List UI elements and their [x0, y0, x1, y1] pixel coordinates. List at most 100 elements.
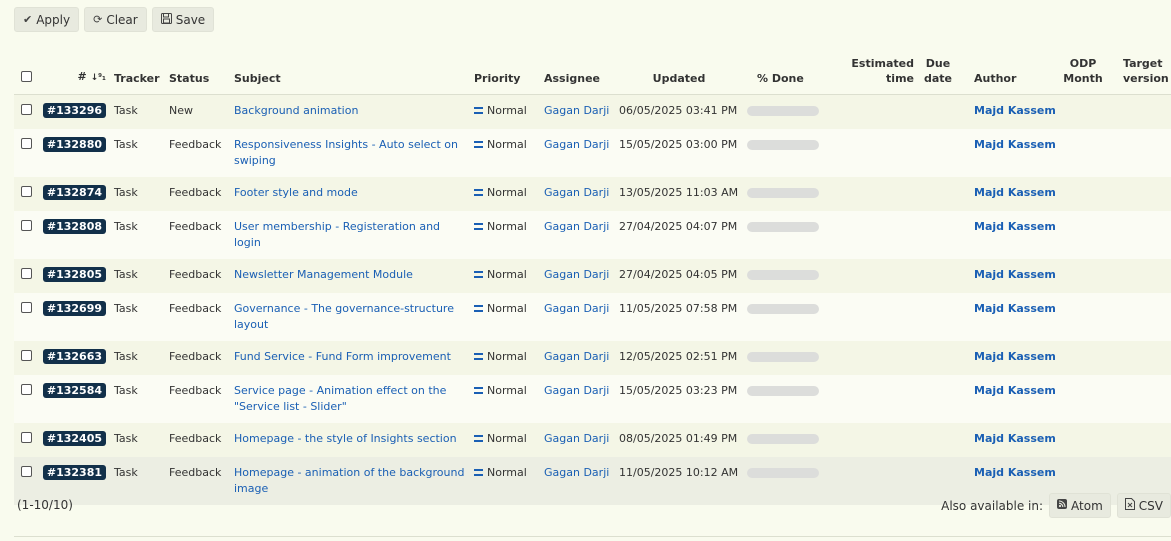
assignee-link[interactable]: Gagan Darji	[544, 350, 609, 363]
issue-id-link[interactable]: #133296	[42, 103, 106, 118]
column-subject[interactable]: Subject	[230, 56, 470, 95]
table-row[interactable]: #133296 Task New Background animation Normal…	[14, 94, 1171, 129]
column-done[interactable]: % Done	[743, 56, 833, 95]
priority-cell: Normal	[470, 259, 540, 293]
assignee-link[interactable]: Gagan Darji	[544, 104, 609, 117]
author-link[interactable]: Majd Kassem	[974, 104, 1056, 117]
priority-value: Normal	[487, 384, 527, 397]
table-row[interactable]: #132699 Task Feedback Governance - The gove…	[14, 293, 1171, 341]
issue-id-link[interactable]: #132584	[42, 383, 106, 398]
column-priority[interactable]: Priority	[470, 56, 540, 95]
equals-icon	[474, 468, 483, 476]
odp-month-cell	[1053, 177, 1113, 211]
subject-link[interactable]: Service page - Animation effect on the "…	[234, 384, 446, 413]
issue-id-link[interactable]: #132805	[42, 267, 106, 282]
column-id[interactable]: # ↓⁹₁	[38, 56, 110, 95]
subject-link[interactable]: Responsiveness Insights - Auto select on…	[234, 138, 458, 167]
row-checkbox[interactable]	[20, 268, 32, 279]
table-row[interactable]: #132874 Task Feedback Footer style and mode…	[14, 177, 1171, 211]
table-row[interactable]: #132405 Task Feedback Homepage - the style …	[14, 423, 1171, 457]
assignee-link[interactable]: Gagan Darji	[544, 138, 609, 151]
subject-link[interactable]: Footer style and mode	[234, 186, 358, 199]
issue-id-link[interactable]: #132663	[42, 349, 106, 364]
author-link[interactable]: Majd Kassem	[974, 350, 1056, 363]
assignee-link[interactable]: Gagan Darji	[544, 432, 609, 445]
row-checkbox[interactable]	[20, 186, 32, 197]
issue-id-link[interactable]: #132699	[42, 301, 106, 316]
assignee-link[interactable]: Gagan Darji	[544, 302, 609, 315]
table-row[interactable]: #132880 Task Feedback Responsiveness Insigh…	[14, 129, 1171, 177]
subject-link[interactable]: Fund Service - Fund Form improvement	[234, 350, 451, 363]
subject-link[interactable]: Newsletter Management Module	[234, 268, 413, 281]
row-checkbox[interactable]	[20, 466, 32, 477]
author-link[interactable]: Majd Kassem	[974, 186, 1056, 199]
tracker-cell: Task	[110, 375, 165, 423]
clear-button[interactable]: ⟳ Clear	[84, 7, 147, 32]
issue-id-link[interactable]: #132874	[42, 185, 106, 200]
table-row[interactable]: #132808 Task Feedback User membership - Reg…	[14, 211, 1171, 259]
assignee-link[interactable]: Gagan Darji	[544, 466, 609, 479]
column-author[interactable]: Author	[958, 56, 1053, 95]
author-link[interactable]: Majd Kassem	[974, 302, 1056, 315]
assignee-link[interactable]: Gagan Darji	[544, 268, 609, 281]
row-select-cell	[14, 423, 38, 457]
assignee-link[interactable]: Gagan Darji	[544, 220, 609, 233]
row-checkbox[interactable]	[20, 350, 32, 361]
csv-export-button[interactable]: CSV	[1116, 493, 1171, 518]
table-row[interactable]: #132584 Task Feedback Service page - Animat…	[14, 375, 1171, 423]
author-cell: Majd Kassem	[958, 94, 1056, 129]
subject-link[interactable]: Background animation	[234, 104, 358, 117]
column-tracker[interactable]: Tracker	[110, 56, 165, 95]
apply-button[interactable]: ✔ Apply	[14, 7, 80, 32]
atom-export-button[interactable]: Atom	[1049, 493, 1111, 518]
column-status[interactable]: Status	[165, 56, 230, 95]
issue-id-link[interactable]: #132880	[42, 137, 106, 152]
column-odp-month[interactable]: ODP Month	[1053, 56, 1113, 95]
other-formats-label: Also available in:	[941, 498, 1044, 513]
assignee-link[interactable]: Gagan Darji	[544, 186, 609, 199]
row-checkbox[interactable]	[20, 384, 32, 395]
priority-value: Normal	[487, 302, 527, 315]
issue-id-link[interactable]: #132808	[42, 219, 106, 234]
assignee-link[interactable]: Gagan Darji	[544, 384, 609, 397]
author-link[interactable]: Majd Kassem	[974, 384, 1056, 397]
status-value: Feedback	[169, 186, 222, 199]
due-date-cell	[918, 259, 958, 293]
author-link[interactable]: Majd Kassem	[974, 432, 1056, 445]
tracker-value: Task	[114, 432, 138, 445]
row-checkbox[interactable]	[20, 138, 32, 149]
status-cell: Feedback	[165, 457, 230, 505]
subject-link[interactable]: Homepage - the style of Insights section	[234, 432, 457, 445]
column-estimated-time[interactable]: Estimated time	[833, 56, 918, 95]
estimated-time-cell	[833, 457, 918, 505]
save-button[interactable]: Save	[151, 7, 215, 32]
select-all-checkbox[interactable]	[20, 71, 32, 82]
row-checkbox[interactable]	[20, 432, 32, 443]
issue-id-link[interactable]: #132405	[42, 431, 106, 446]
table-row[interactable]: #132663 Task Feedback Fund Service - Fund F…	[14, 341, 1171, 375]
equals-icon	[474, 386, 483, 394]
column-updated[interactable]: Updated	[615, 56, 743, 95]
column-id-label: #	[77, 70, 87, 83]
author-link[interactable]: Majd Kassem	[974, 466, 1056, 479]
subject-link[interactable]: User membership - Registeration and logi…	[234, 220, 440, 249]
row-checkbox[interactable]	[20, 302, 32, 313]
column-due-date[interactable]: Due date	[918, 56, 958, 95]
issue-id-link[interactable]: #132381	[42, 465, 106, 480]
author-link[interactable]: Majd Kassem	[974, 138, 1056, 151]
subject-link[interactable]: Homepage - animation of the background i…	[234, 466, 464, 495]
column-assignee[interactable]: Assignee	[540, 56, 615, 95]
subject-link[interactable]: Governance - The governance-structure la…	[234, 302, 454, 331]
row-checkbox[interactable]	[20, 104, 32, 115]
column-target-version[interactable]: Target version	[1113, 56, 1171, 95]
odp-month-cell	[1053, 423, 1113, 457]
column-due-label-1: Due	[925, 57, 951, 70]
row-checkbox[interactable]	[20, 220, 32, 231]
column-due-label-2: date	[923, 72, 952, 85]
tracker-value: Task	[114, 104, 138, 117]
clear-label: Clear	[106, 12, 138, 27]
table-row[interactable]: #132805 Task Feedback Newsletter Management…	[14, 259, 1171, 293]
column-estimated-label-2: time	[886, 72, 914, 85]
author-link[interactable]: Majd Kassem	[974, 220, 1056, 233]
author-link[interactable]: Majd Kassem	[974, 268, 1056, 281]
